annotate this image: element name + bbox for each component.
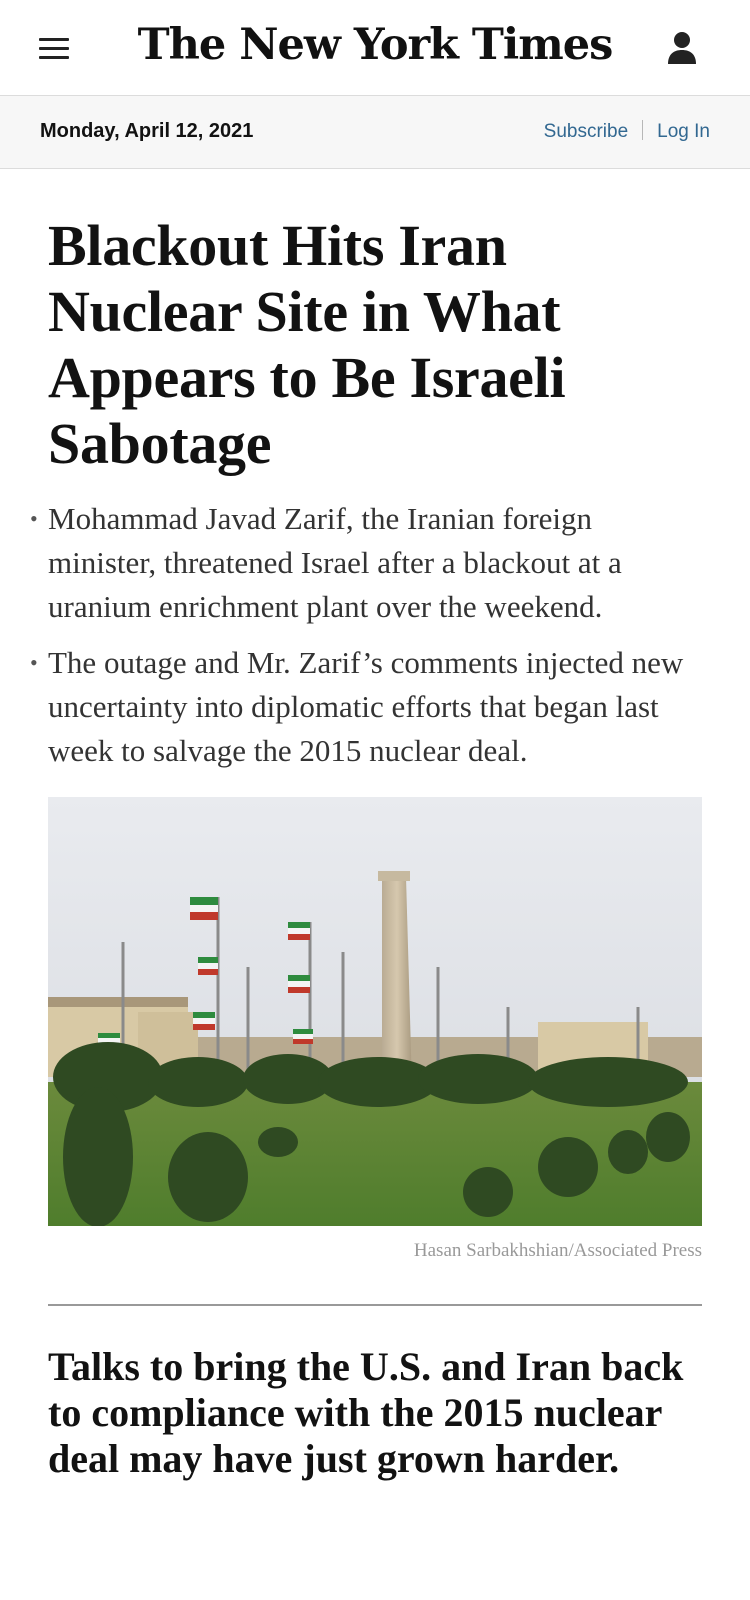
- summary-item: • Mohammad Javad Zarif, the Iranian forei…: [30, 497, 702, 629]
- photo-credit: Hasan Sarbakhshian/Associated Press: [413, 1240, 702, 1261]
- summary-list: • Mohammad Javad Zarif, the Iranian forei…: [30, 497, 702, 773]
- date-account-bar: Monday, April 12, 2021 Subscribe Log In: [0, 96, 750, 169]
- bullet-icon: •: [30, 650, 38, 675]
- login-link[interactable]: Log In: [657, 121, 710, 142]
- article-subhead[interactable]: Talks to bring the U.S. and Iran back to…: [48, 1344, 702, 1482]
- summary-text: The outage and Mr. Zarif’s comments inje…: [48, 645, 684, 768]
- bullet-icon: •: [30, 506, 38, 531]
- nuclear-site-photo: [48, 797, 702, 1226]
- account-links: Subscribe Log In: [544, 120, 710, 143]
- top-navigation-bar: The New York Times: [0, 0, 750, 96]
- section-divider: [48, 1304, 702, 1306]
- nyt-logo[interactable]: The New York Times: [0, 20, 750, 70]
- subscribe-link[interactable]: Subscribe: [544, 121, 629, 142]
- current-date: Monday, April 12, 2021: [40, 120, 254, 142]
- summary-item: • The outage and Mr. Zarif’s comments inj…: [30, 641, 702, 773]
- user-account-icon[interactable]: [666, 30, 698, 66]
- article-content: Blackout Hits Iran Nuclear Site in What …: [0, 213, 750, 1482]
- link-divider: [642, 120, 644, 140]
- article-headline[interactable]: Blackout Hits Iran Nuclear Site in What …: [48, 213, 702, 477]
- summary-text: Mohammad Javad Zarif, the Iranian foreig…: [48, 501, 622, 624]
- article-photo[interactable]: [48, 797, 702, 1226]
